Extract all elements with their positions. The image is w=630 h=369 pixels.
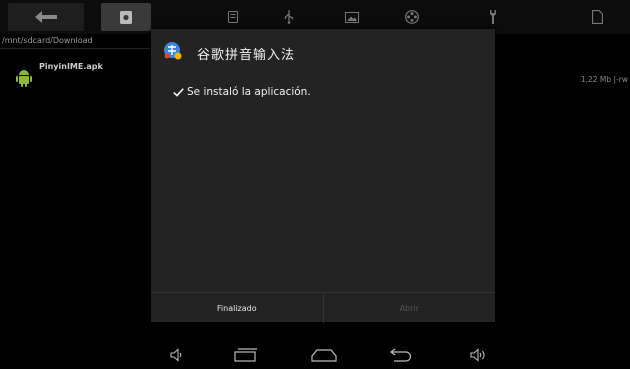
install-message-text: Se instaló la aplicación. (187, 86, 311, 98)
dialog-header: 谷歌拼音输入法 (151, 29, 495, 73)
android-apk-icon (16, 70, 32, 87)
file-size: 1,22 Mb |-rw (580, 75, 628, 84)
file-name: PinyinIME.apk (39, 62, 103, 71)
volume-down-icon[interactable] (170, 348, 184, 362)
home-icon[interactable] (311, 348, 337, 362)
usb-icon (284, 10, 294, 24)
open-button[interactable]: Abrir (324, 293, 496, 323)
check-icon (173, 87, 184, 97)
document-button[interactable] (572, 3, 622, 31)
sdcard-button[interactable] (101, 3, 151, 31)
recent-apps-icon[interactable] (234, 348, 258, 362)
usb-button[interactable] (264, 3, 314, 31)
tools-icon (490, 10, 496, 24)
dialog-buttons: Finalizado Abrir (151, 292, 495, 323)
video-button[interactable] (387, 3, 437, 31)
image-icon (345, 11, 359, 23)
film-icon (405, 10, 419, 24)
images-button[interactable] (327, 3, 377, 31)
install-dialog: 谷歌拼音输入法 Se instaló la aplicación. Finali… (151, 29, 495, 323)
current-path: /mnt/sdcard/Download (2, 36, 93, 45)
back-icon (35, 11, 57, 23)
done-button[interactable]: Finalizado (151, 293, 324, 323)
navigation-bar (0, 344, 630, 369)
dialog-title: 谷歌拼音输入法 (197, 48, 296, 63)
internal-storage-button[interactable] (208, 3, 258, 31)
tools-button[interactable] (468, 3, 518, 31)
install-message: Se instaló la aplicación. (173, 86, 311, 98)
sdcard-icon (120, 10, 132, 24)
volume-up-icon[interactable] (470, 348, 488, 362)
back-nav-icon[interactable] (390, 348, 412, 362)
storage-icon (228, 11, 238, 23)
document-icon (591, 10, 603, 24)
divider (0, 48, 150, 49)
back-button[interactable] (8, 3, 84, 31)
pinyin-app-icon (164, 42, 182, 60)
